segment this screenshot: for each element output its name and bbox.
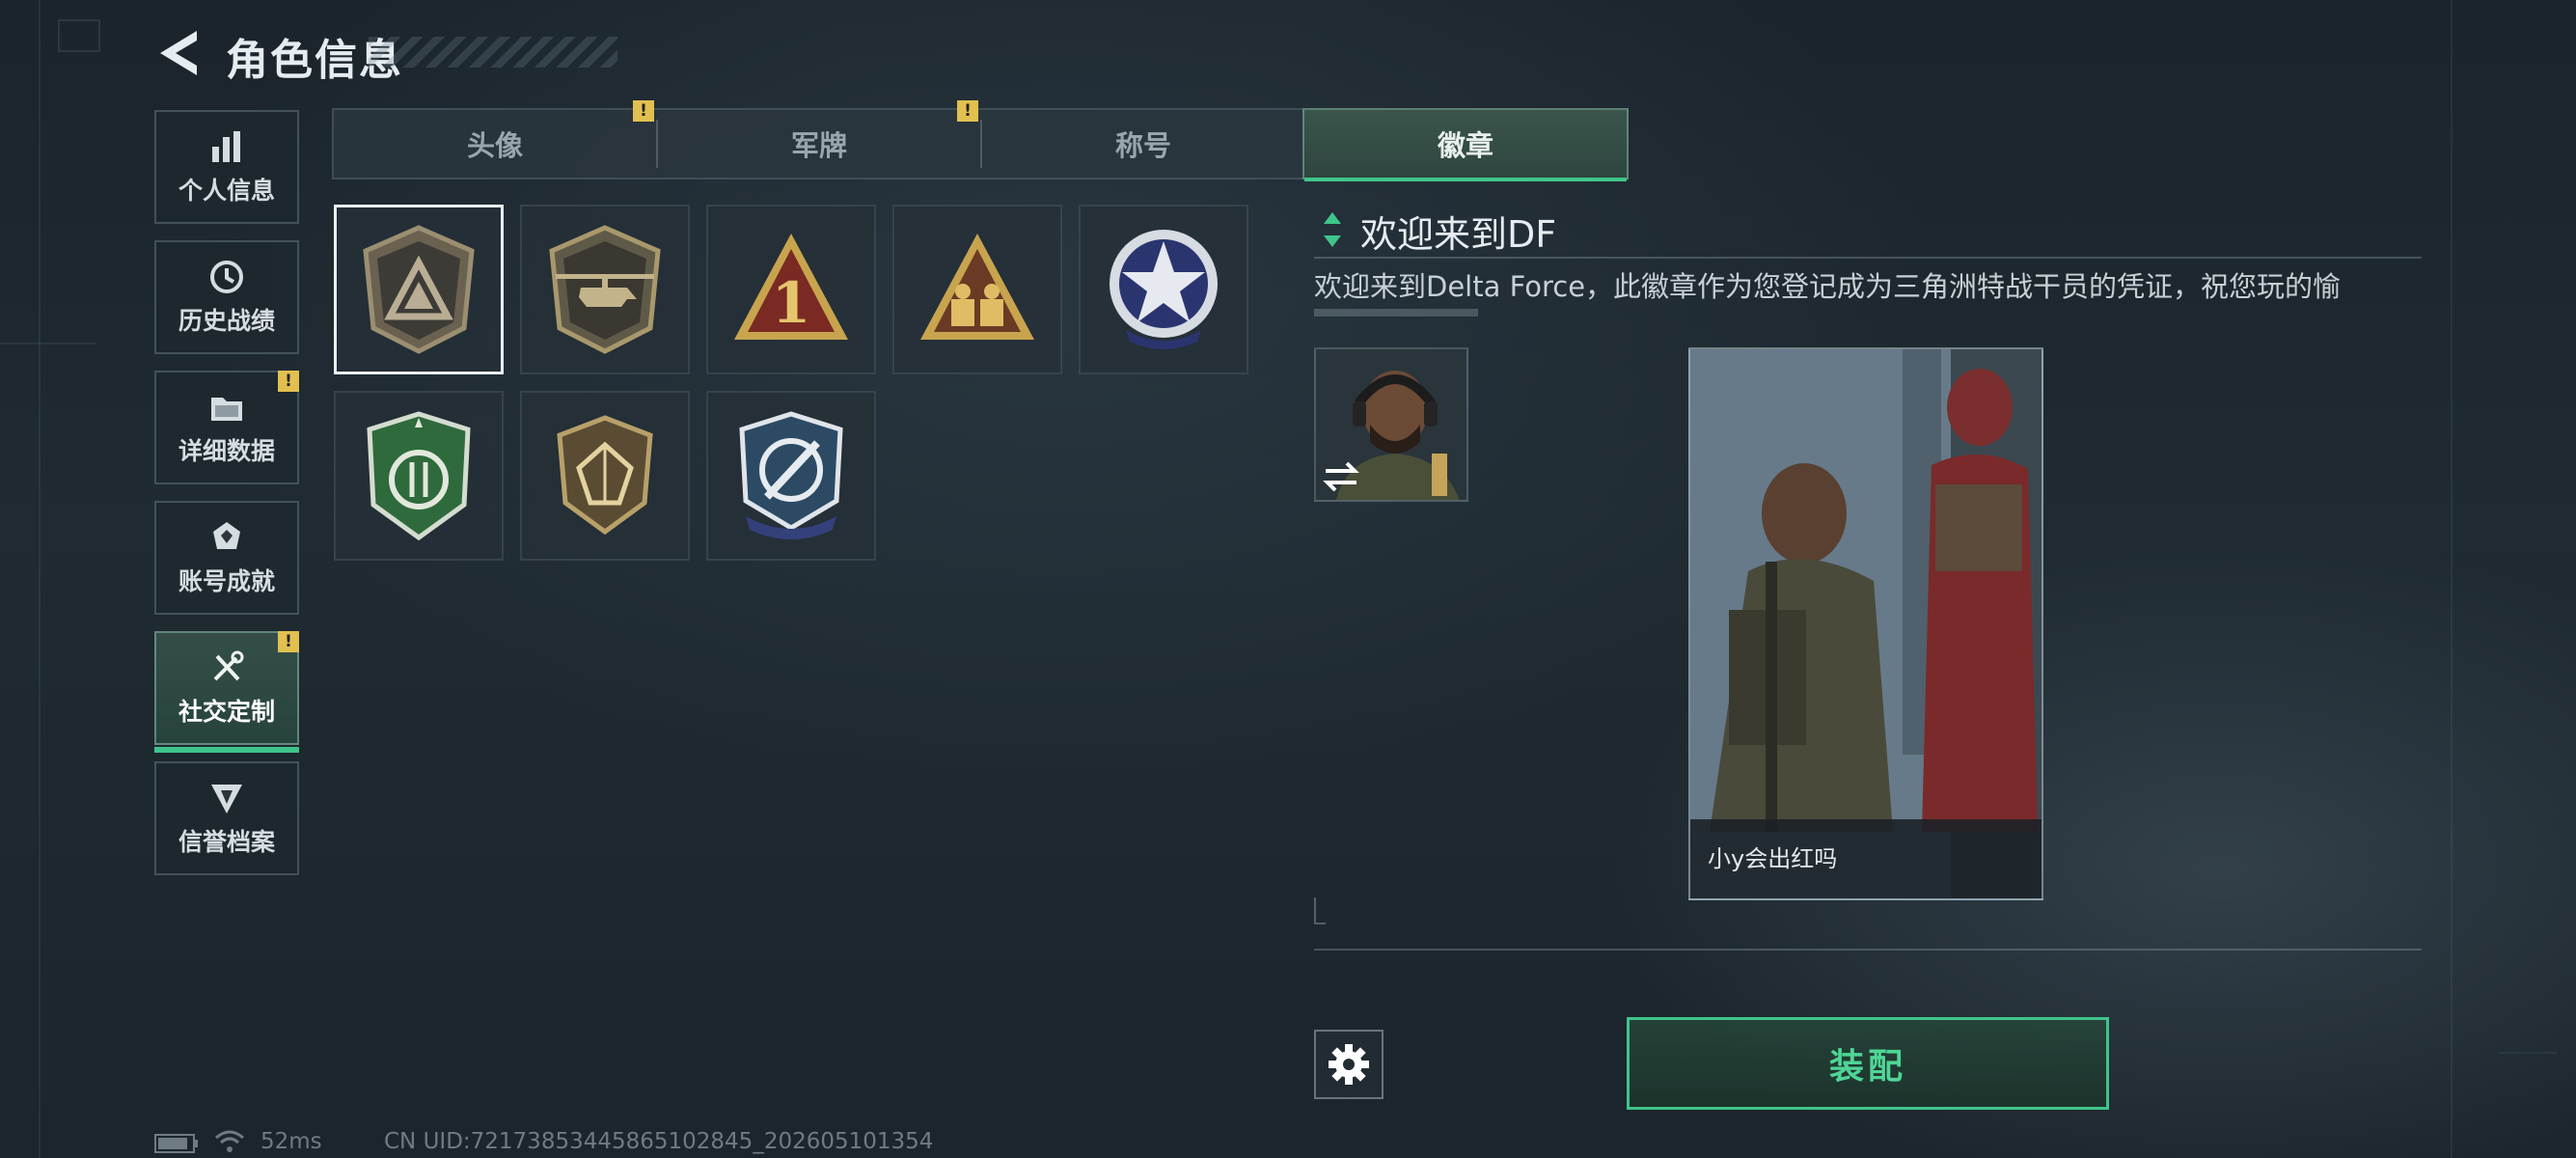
back-arrow-icon[interactable]: [154, 29, 201, 77]
nav-item-achievements[interactable]: 账号成就: [154, 501, 299, 615]
decor-line: [39, 0, 41, 1158]
badge-item[interactable]: [892, 205, 1062, 374]
bar-chart-icon: [212, 131, 240, 162]
badge-preview-card: 小y会出红吗: [1688, 347, 2043, 900]
badge-description: 欢迎来到Delta Force，此徽章作为您登记成为三角洲特战干员的凭证，祝您玩…: [1314, 270, 2342, 303]
reputation-icon: [211, 785, 242, 813]
decor-line: [2451, 0, 2453, 1158]
tab-badge[interactable]: 徽章: [1302, 108, 1629, 181]
warning-badge: !: [278, 631, 299, 652]
description-scrollbar[interactable]: [1314, 309, 1478, 317]
nav-item-label: 账号成就: [178, 567, 275, 595]
nav-item-label: 个人信息: [178, 177, 275, 205]
nav-item-reputation[interactable]: 信誉档案: [154, 761, 299, 875]
settings-button[interactable]: [1314, 1030, 1384, 1099]
decor-frame: [58, 19, 100, 52]
star-seal-badge-icon: [1110, 230, 1218, 349]
title-decoration: [369, 37, 617, 68]
decor-line: [0, 343, 96, 345]
nav-item-label: 历史战绩: [178, 307, 275, 335]
tab-label: 称号: [1114, 129, 1171, 162]
warning-badge: !: [957, 100, 978, 122]
helicopter-badge-icon: [549, 225, 661, 354]
nav-item-personal-info[interactable]: 个人信息: [154, 110, 299, 224]
nav-item-social-custom[interactable]: 社交定制 !: [154, 631, 299, 753]
badge-item[interactable]: [334, 205, 504, 374]
operators-preview-image: [1690, 349, 2042, 898]
equip-button[interactable]: 装配: [1627, 1017, 2109, 1110]
tab-label: 军牌: [790, 129, 847, 162]
crosshair-knife-badge-icon: [739, 411, 843, 539]
tab-label: 头像: [466, 129, 523, 162]
ping-readout: 52ms: [260, 1129, 322, 1154]
nav-item-label: 信誉档案: [178, 828, 275, 856]
tab-dog-tag[interactable]: 军牌 !: [658, 100, 980, 178]
tab-bar: 头像 ! 军牌 ! 称号 徽章: [332, 100, 1629, 181]
badge-item[interactable]: [1079, 205, 1248, 374]
badge-item[interactable]: [520, 205, 690, 374]
number-one-triangle-badge-icon: 1: [734, 234, 848, 340]
wifi-icon: [215, 1130, 244, 1152]
nav-item-history[interactable]: 历史战绩: [154, 240, 299, 354]
badge-item[interactable]: [334, 391, 504, 561]
warning-badge: !: [278, 371, 299, 392]
title-divider: [1314, 257, 2422, 259]
badge-item[interactable]: [706, 391, 876, 561]
nav-item-detailed-data[interactable]: 详细数据 !: [154, 371, 299, 484]
character-portrait[interactable]: [1314, 347, 1468, 502]
nav-item-label: 详细数据: [178, 437, 275, 465]
player-uid: CN UID:7217385344586510284​5_20260510135…: [384, 1129, 934, 1154]
battery-icon: [154, 1134, 198, 1153]
badge-item[interactable]: 1: [706, 205, 876, 374]
gear-icon: [1329, 1044, 1369, 1085]
folder-icon: [211, 398, 242, 421]
title-marker-icon: [1324, 212, 1341, 247]
tools-icon: [213, 650, 244, 681]
achievement-icon: [213, 522, 240, 549]
tab-label: 徽章: [1437, 129, 1494, 162]
badge-item[interactable]: [520, 391, 690, 561]
delta-shield-badge-icon: [363, 225, 475, 354]
history-clock-icon: [210, 261, 243, 293]
soldiers-triangle-badge-icon: [920, 234, 1034, 340]
swap-icon[interactable]: [1322, 459, 1360, 494]
tab-avatar[interactable]: 头像 !: [334, 100, 656, 178]
svg-text:1: 1: [772, 270, 810, 336]
badge-title: 欢迎来到DF: [1360, 213, 1557, 256]
warning-badge: !: [633, 100, 654, 122]
diamond-shield-badge-icon: [557, 415, 653, 536]
corner-decoration: [1314, 897, 1326, 924]
preview-player-name: 小y会出红吗: [1708, 845, 1838, 872]
detail-divider: [1314, 949, 2422, 951]
green-shield-badge-icon: [367, 411, 471, 541]
tab-title[interactable]: 称号: [982, 110, 1304, 178]
decor-line: [2499, 1052, 2557, 1054]
nav-item-label: 社交定制: [178, 698, 275, 726]
